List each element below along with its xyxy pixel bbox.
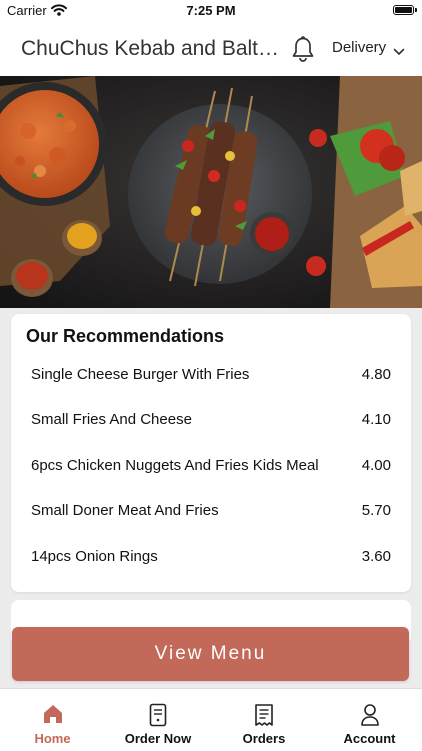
- item-name: Small Fries And Cheese: [31, 411, 192, 428]
- recommendations-card: Our Recommendations Single Cheese Burger…: [11, 314, 411, 592]
- hero-banner-image: [0, 76, 422, 308]
- item-name: Single Cheese Burger With Fries: [31, 366, 250, 383]
- item-price: 3.60: [361, 548, 391, 565]
- tab-order-now-label: Order Now: [124, 731, 192, 746]
- recommendation-item[interactable]: Single Cheese Burger With Fries 4.80: [11, 356, 411, 396]
- bottom-tab-bar: Home Order Now Orders Account: [0, 688, 422, 751]
- recommendation-item[interactable]: 6pcs Chicken Nuggets And Fries Kids Meal…: [11, 447, 411, 487]
- tab-orders-label: Orders: [242, 731, 286, 746]
- item-price: 4.80: [361, 366, 391, 383]
- recommendations-title: Our Recommendations: [26, 326, 225, 346]
- order-document-icon: [149, 703, 167, 727]
- tab-account-label: Account: [343, 731, 396, 746]
- receipt-icon: [255, 704, 273, 726]
- battery-icon: [393, 5, 417, 15]
- item-price: 4.00: [361, 457, 391, 474]
- header: ChuChus Kebab and Balti House Delivery: [0, 22, 422, 76]
- bell-icon[interactable]: [291, 36, 315, 67]
- tab-account[interactable]: Account: [317, 689, 422, 751]
- chevron-down-icon[interactable]: [393, 43, 405, 61]
- view-menu-button[interactable]: View Menu: [12, 627, 409, 681]
- tab-orders[interactable]: Orders: [211, 689, 317, 751]
- recommendation-item[interactable]: Small Doner Meat And Fries 5.70: [11, 492, 411, 532]
- delivery-mode-selector[interactable]: Delivery: [332, 39, 386, 56]
- tab-order-now[interactable]: Order Now: [105, 689, 211, 751]
- item-price: 4.10: [361, 411, 391, 428]
- item-price: 5.70: [361, 502, 391, 519]
- recommendation-item[interactable]: 14pcs Onion Rings 3.60: [11, 538, 411, 578]
- user-icon: [360, 704, 379, 726]
- home-icon: [43, 705, 62, 723]
- recommendation-item[interactable]: Small Fries And Cheese 4.10: [11, 401, 411, 441]
- item-name: 6pcs Chicken Nuggets And Fries Kids Meal: [31, 457, 319, 474]
- status-bar: Carrier 7:25 PM: [0, 0, 422, 22]
- tab-home[interactable]: Home: [0, 689, 105, 751]
- store-name: ChuChus Kebab and Balti House: [21, 37, 279, 60]
- item-name: Small Doner Meat And Fries: [31, 502, 219, 519]
- item-name: 14pcs Onion Rings: [31, 548, 158, 565]
- clock: 7:25 PM: [186, 3, 236, 18]
- tab-home-label: Home: [34, 731, 71, 746]
